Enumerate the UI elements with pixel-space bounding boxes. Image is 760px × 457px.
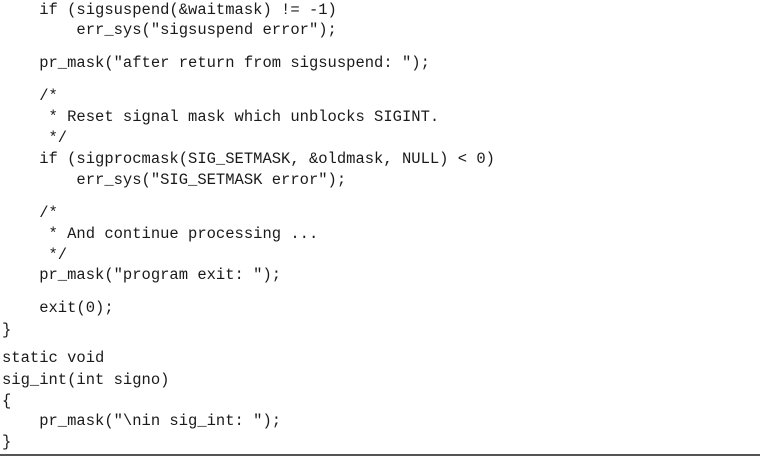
code-line: * And continue processing ... [2,225,319,243]
code-line: if (sigsuspend(&waitmask) != -1) [2,1,337,19]
code-line: /* [2,204,58,222]
code-line: pr_mask("after return from sigsuspend: "… [2,54,430,72]
code-line: } [2,321,12,339]
code-line: err_sys("SIG_SETMASK error"); [2,171,347,189]
code-line: * Reset signal mask which unblocks SIGIN… [2,108,440,126]
code-listing: if (sigsuspend(&waitmask) != -1) err_sys… [0,0,760,457]
bottom-rule-divider [0,454,760,456]
code-line: exit(0); [2,299,114,317]
code-line: static void [2,349,105,367]
code-line: err_sys("sigsuspend error"); [2,21,337,39]
code-line: if (sigprocmask(SIG_SETMASK, &oldmask, N… [2,150,495,168]
code-line: pr_mask("program exit: "); [2,266,282,284]
code-line: { [2,392,12,410]
code-line: } [2,433,12,451]
code-line: /* [2,87,58,105]
code-line: */ [2,129,68,147]
code-line: sig_int(int signo) [2,371,170,389]
code-line: */ [2,246,68,264]
code-line: pr_mask("\nin sig_int: "); [2,412,282,430]
